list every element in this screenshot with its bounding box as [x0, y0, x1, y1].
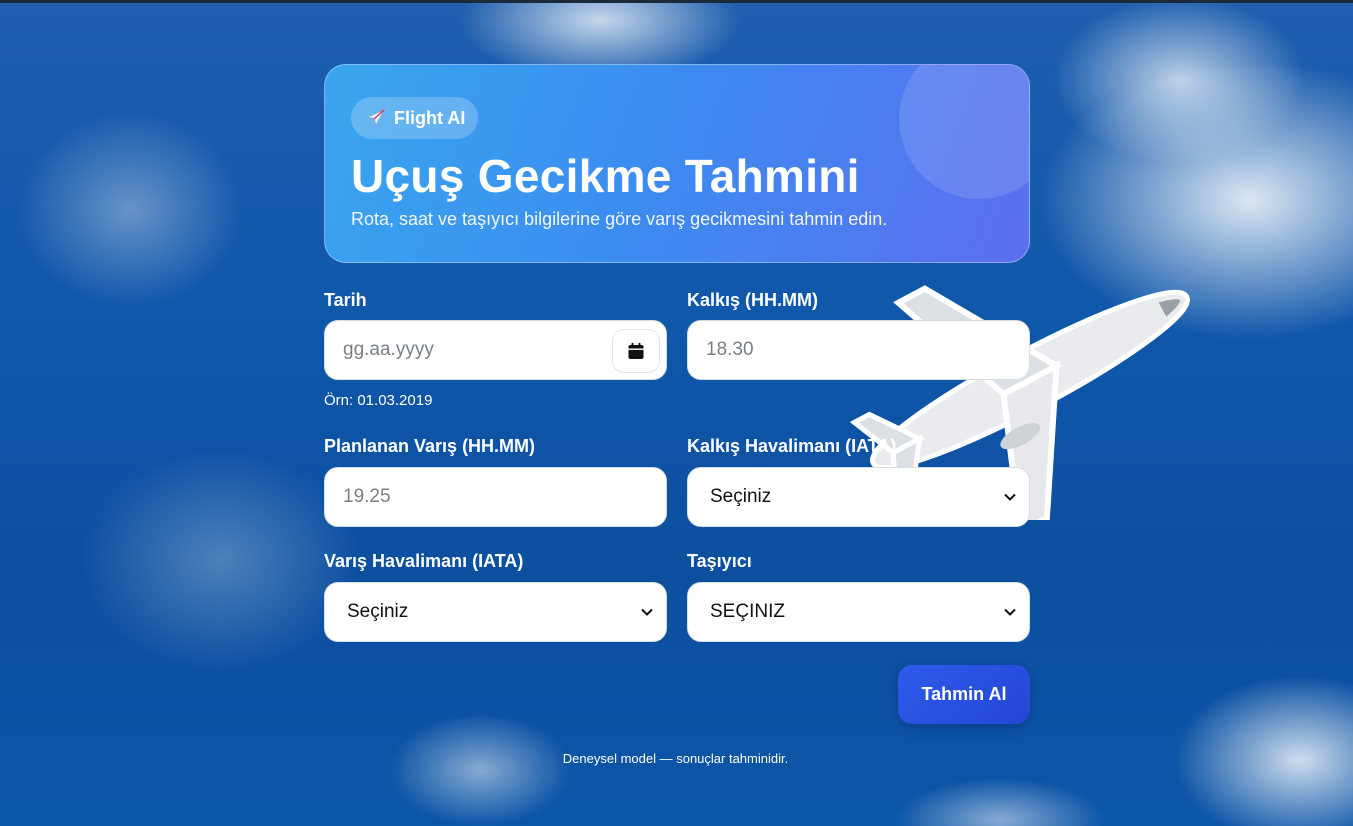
calendar-icon: [628, 342, 644, 359]
date-placeholder: gg.aa.yyyy: [343, 339, 434, 360]
planned-arrival-placeholder: 19.25: [343, 486, 391, 507]
brand-badge-label: Flight AI: [394, 107, 466, 128]
predict-button[interactable]: Tahmin Al: [898, 665, 1030, 724]
planned-arrival-input[interactable]: 19.25: [324, 467, 667, 527]
arrival-airport-label: Varış Havalimanı (IATA): [324, 551, 524, 571]
window-top-edge: [0, 0, 1353, 3]
date-hint: Örn: 01.03.2019: [324, 392, 433, 409]
departure-time-input[interactable]: 18.30: [687, 320, 1030, 380]
footer-note: Deneysel model — sonuçlar tahminidir.: [562, 751, 789, 766]
carrier-selected: SEÇINIZ: [710, 601, 785, 622]
departure-airport-label: Kalkış Havalimanı (IATA): [687, 436, 897, 456]
chevron-down-icon: [1004, 493, 1016, 501]
chevron-down-icon: [1004, 608, 1016, 616]
brand-badge: Flight AI: [351, 97, 479, 139]
decorative-circle: [899, 65, 1029, 199]
departure-time-label: Kalkış (HH.MM): [687, 290, 819, 310]
calendar-picker-button[interactable]: [612, 329, 660, 373]
hero-header: Flight AI Uçuş Gecikme Tahmini Rota, saa…: [324, 64, 1030, 263]
chevron-down-icon: [641, 608, 653, 616]
airplane-icon: [366, 108, 386, 127]
carrier-select[interactable]: SEÇINIZ: [687, 582, 1030, 642]
arrival-airport-selected: Seçiniz: [347, 601, 409, 622]
departure-airport-selected: Seçiniz: [710, 486, 772, 507]
arrival-airport-select[interactable]: Seçiniz: [324, 582, 667, 642]
departure-airport-select[interactable]: Seçiniz: [687, 467, 1030, 527]
carrier-label: Taşıyıcı: [687, 551, 752, 571]
departure-time-placeholder: 18.30: [706, 339, 754, 360]
page-subtitle: Rota, saat ve taşıyıcı bilgilerine göre …: [351, 209, 888, 229]
date-label: Tarih: [324, 290, 367, 310]
date-input[interactable]: gg.aa.yyyy: [324, 320, 667, 380]
page-title: Uçuş Gecikme Tahmini: [351, 150, 860, 202]
planned-arrival-label: Planlanan Varış (HH.MM): [324, 436, 536, 456]
footer-note-wrapper: Deneysel model — sonuçlar tahminidir.: [0, 751, 1353, 766]
